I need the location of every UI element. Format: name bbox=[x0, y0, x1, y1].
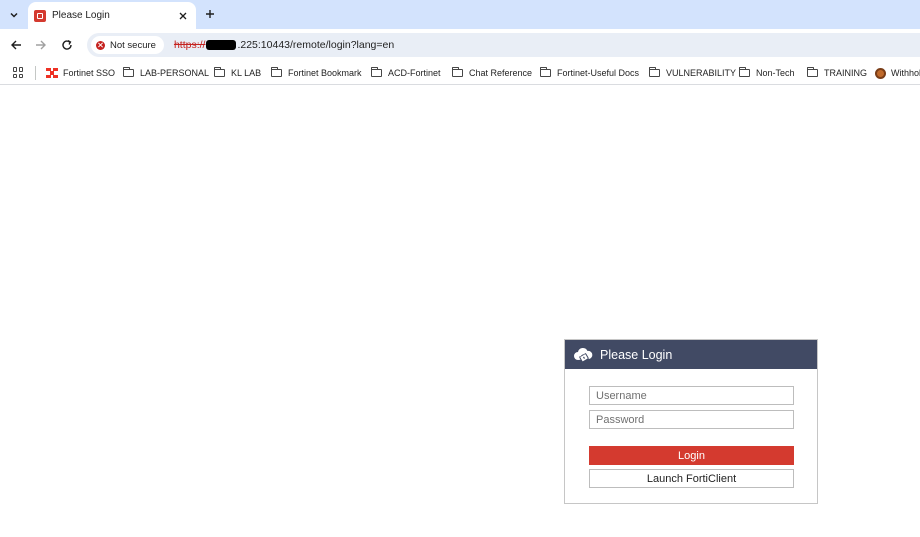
folder-icon bbox=[371, 67, 382, 77]
bookmark-label: LAB-PERSONAL bbox=[140, 68, 210, 78]
tab-search-button[interactable] bbox=[5, 6, 23, 24]
url-path: .225:10443/remote/login?lang=en bbox=[237, 39, 395, 51]
launch-forticlient-button[interactable]: Launch FortiClient bbox=[589, 469, 794, 488]
not-secure-label: Not secure bbox=[110, 39, 156, 51]
folder-icon bbox=[452, 67, 463, 77]
chevron-down-icon bbox=[10, 12, 18, 18]
bookmarks-bar: Fortinet SSO LAB-PERSONAL KL LAB Fortine… bbox=[0, 61, 920, 85]
bookmark-label: VULNERABILITY bbox=[666, 68, 737, 78]
login-button[interactable]: Login bbox=[589, 446, 794, 465]
bookmark-acd-fortinet[interactable]: ACD-Fortinet bbox=[371, 64, 441, 82]
browser-toolbar: Not secure https:// .225:10443/remote/lo… bbox=[0, 29, 920, 61]
folder-icon bbox=[123, 67, 134, 77]
bookmark-chat-reference[interactable]: Chat Reference bbox=[452, 64, 532, 82]
cloud-lock-icon bbox=[574, 347, 593, 362]
url-text: https:// .225:10443/remote/login?lang=en bbox=[174, 39, 394, 51]
bookmark-non-tech[interactable]: Non-Tech bbox=[739, 64, 795, 82]
bookmarks-divider bbox=[35, 66, 36, 80]
folder-icon bbox=[649, 67, 660, 77]
arrow-left-icon bbox=[11, 40, 21, 50]
url-scheme: https:// bbox=[173, 39, 206, 51]
address-bar[interactable]: Not secure https:// .225:10443/remote/lo… bbox=[87, 33, 920, 57]
bookmark-label: KL LAB bbox=[231, 68, 262, 78]
bookmark-lab-personal[interactable]: LAB-PERSONAL bbox=[123, 64, 209, 82]
tab-title: Please Login bbox=[52, 10, 110, 21]
folder-icon bbox=[540, 67, 551, 77]
back-button[interactable] bbox=[8, 37, 24, 53]
bookmark-label: TRAINING bbox=[824, 68, 868, 78]
reload-button[interactable] bbox=[59, 37, 75, 53]
login-panel: Please Login Login Launch FortiClient bbox=[564, 339, 818, 504]
bookmark-label: Fortinet SSO bbox=[63, 68, 116, 78]
login-header: Please Login bbox=[565, 340, 817, 369]
bookmark-fortinet-useful-docs[interactable]: Fortinet-Useful Docs bbox=[540, 64, 639, 82]
globe-icon bbox=[875, 67, 886, 79]
bookmark-label: ACD-Fortinet bbox=[388, 68, 441, 78]
tab-close-button[interactable] bbox=[176, 9, 190, 23]
login-form: Login Launch FortiClient bbox=[565, 369, 817, 488]
tab-strip: Please Login bbox=[0, 0, 920, 29]
password-input[interactable] bbox=[589, 410, 794, 429]
apps-grid-icon[interactable] bbox=[13, 67, 24, 78]
bookmark-fortinet-sso[interactable]: Fortinet SSO bbox=[46, 64, 115, 82]
folder-icon bbox=[214, 67, 225, 77]
bookmark-kl-lab[interactable]: KL LAB bbox=[214, 64, 261, 82]
bookmark-label: Fortinet-Useful Docs bbox=[557, 68, 640, 78]
bookmark-withhol[interactable]: Withhol bbox=[875, 64, 920, 82]
bookmark-fortinet-bookmark[interactable]: Fortinet Bookmark bbox=[271, 64, 362, 82]
folder-icon bbox=[739, 67, 750, 77]
url-redaction bbox=[206, 40, 237, 50]
folder-icon bbox=[807, 67, 818, 77]
plus-icon bbox=[206, 10, 214, 18]
fortinet-logo-icon bbox=[46, 68, 58, 78]
folder-icon bbox=[271, 67, 282, 77]
arrow-right-icon bbox=[36, 40, 46, 50]
bookmark-label: Non-Tech bbox=[756, 68, 795, 78]
not-secure-icon bbox=[96, 40, 105, 50]
bookmark-training[interactable]: TRAINING bbox=[807, 64, 867, 82]
bookmark-label: Withhol bbox=[891, 68, 920, 78]
browser-tab[interactable]: Please Login bbox=[28, 2, 196, 29]
forward-button[interactable] bbox=[33, 37, 49, 53]
bookmark-label: Fortinet Bookmark bbox=[288, 68, 362, 78]
site-security-chip[interactable]: Not secure bbox=[91, 36, 164, 54]
new-tab-button[interactable] bbox=[202, 6, 218, 22]
username-input[interactable] bbox=[589, 386, 794, 405]
close-icon bbox=[179, 12, 187, 19]
login-title: Please Login bbox=[600, 347, 673, 362]
bookmark-vulnerability[interactable]: VULNERABILITY bbox=[649, 64, 736, 82]
reload-icon bbox=[62, 39, 72, 50]
bookmark-label: Chat Reference bbox=[469, 68, 533, 78]
fortinet-favicon-icon bbox=[34, 9, 46, 22]
